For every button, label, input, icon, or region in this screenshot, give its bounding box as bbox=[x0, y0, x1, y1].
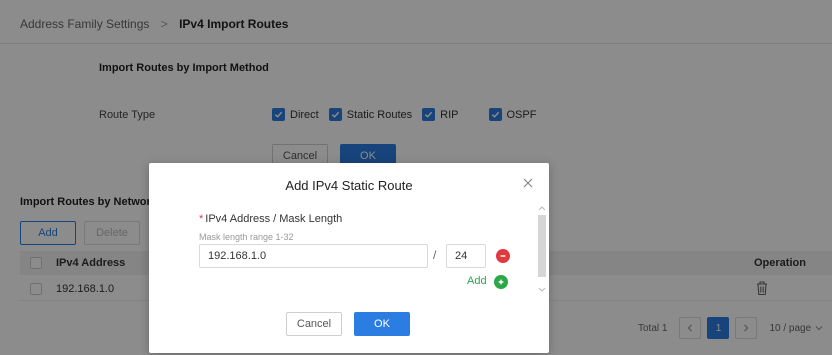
dialog-scrollbar-thumb[interactable] bbox=[538, 215, 546, 277]
ipv4-address-input[interactable]: 192.168.1.0 bbox=[199, 244, 428, 268]
plus-circle-icon[interactable] bbox=[494, 275, 508, 289]
address-mask-label: * IPv4 Address / Mask Length bbox=[199, 213, 342, 225]
add-static-route-dialog: Add IPv4 Static Route * IPv4 Address / Ma… bbox=[149, 163, 549, 353]
address-mask-label-text: IPv4 Address / Mask Length bbox=[205, 213, 343, 225]
add-entry-link[interactable]: Add bbox=[467, 275, 487, 287]
dialog-title: Add IPv4 Static Route bbox=[285, 178, 413, 193]
dialog-ok-button[interactable]: OK bbox=[354, 312, 410, 336]
required-mark: * bbox=[199, 213, 204, 225]
close-icon[interactable] bbox=[520, 175, 536, 191]
mask-hint: Mask length range 1-32 bbox=[199, 232, 294, 242]
mask-length-input[interactable]: 24 bbox=[446, 244, 486, 268]
slash-separator: / bbox=[433, 248, 437, 262]
add-entry-label: Add bbox=[467, 275, 487, 287]
chevron-up-icon bbox=[538, 206, 546, 211]
minus-circle-icon[interactable] bbox=[496, 249, 510, 263]
dialog-cancel-button[interactable]: Cancel bbox=[286, 312, 342, 336]
chevron-down-icon bbox=[538, 287, 546, 292]
